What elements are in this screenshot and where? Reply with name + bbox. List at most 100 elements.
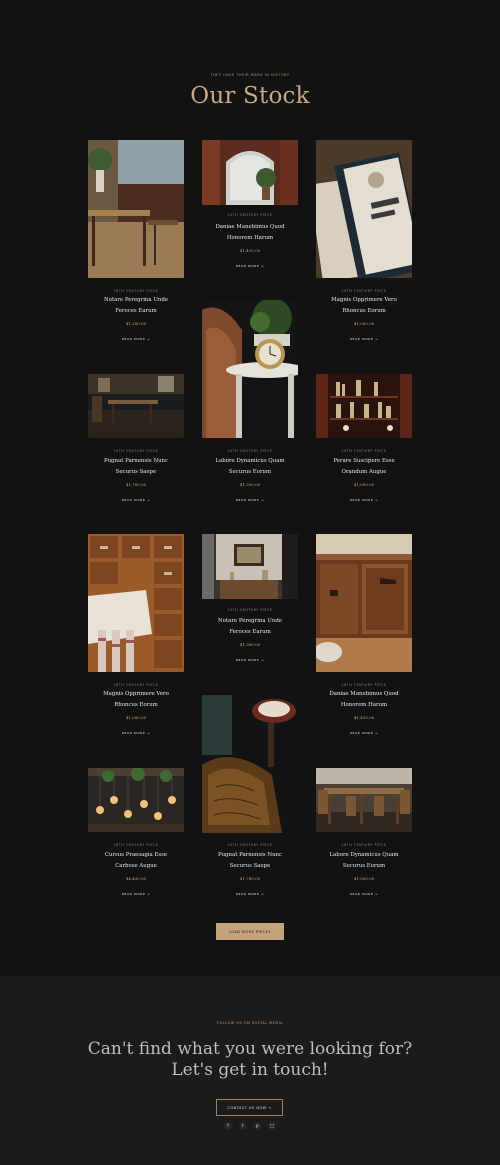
- product-price: $1,380.00: [239, 642, 261, 647]
- read-more-link[interactable]: READ MORE →: [88, 892, 184, 896]
- product-category: 18TH CENTURY PIECE: [113, 843, 159, 847]
- product-name-line2: Securus Eorum: [342, 863, 386, 869]
- product-price: $1,000.00: [353, 482, 375, 487]
- product-name-line1: Notare Peregrina Unde: [218, 618, 282, 624]
- read-more-link[interactable]: READ MORE →: [202, 892, 298, 896]
- product-card[interactable]: 19TH CENTURY PIECE Labore Dynamicus Quam…: [202, 300, 298, 506]
- product-name-line2: Honorem Harum: [340, 702, 388, 708]
- product-card[interactable]: 19TH CENTURY PIECE Pugnat Parnensis Nunc…: [202, 695, 298, 901]
- read-more-link[interactable]: READ MORE →: [202, 264, 298, 268]
- product-card[interactable]: 19TH CENTURY PIECE Daniae Manebimus Quod…: [202, 140, 298, 272]
- product-name[interactable]: Notare Peregrina Unde Feroces Earum: [202, 616, 298, 638]
- product-card[interactable]: 19TH CENTURY PIECE Pugnat Parnensis Nunc…: [88, 374, 184, 506]
- footer-eyebrow: FOLLOW US ON SOCIAL MEDIA: [216, 1021, 283, 1025]
- product-image[interactable]: [316, 768, 412, 832]
- read-more-link[interactable]: READ MORE →: [316, 892, 412, 896]
- facebook-icon[interactable]: f: [224, 1122, 232, 1130]
- product-name-line1: Labore Dynamicus Quam: [329, 852, 399, 858]
- product-category: 18TH CENTURY PIECE: [113, 683, 159, 687]
- product-price: $1,410.00: [353, 715, 375, 720]
- product-image[interactable]: [88, 534, 184, 672]
- product-name[interactable]: Labore Dynamicus Quam Securus Eorum: [316, 850, 412, 872]
- product-name-line1: Cursus Praesagia Esse: [104, 852, 168, 858]
- page-title: Our Stock: [190, 83, 310, 109]
- product-price: $1,300.00: [239, 482, 261, 487]
- product-image[interactable]: [316, 534, 412, 672]
- product-name[interactable]: Pugnat Parnensis Nunc Securus Saepe: [88, 456, 184, 478]
- product-name-line1: Daniae Manebimus Quod: [215, 224, 285, 230]
- product-name[interactable]: Cursus Praesagia Esse Carbose Augue: [88, 850, 184, 872]
- product-name[interactable]: Daniae Manebimus Quod Honorem Harum: [202, 222, 298, 244]
- product-name-line1: Notare Peregrina Unde: [104, 297, 168, 303]
- product-price: $1,780.00: [239, 876, 261, 881]
- product-image[interactable]: [88, 374, 184, 438]
- product-category: 19TH CENTURY PIECE: [227, 608, 273, 612]
- product-name-line1: Pugnat Parnensis Nunc: [217, 852, 283, 858]
- product-price: $1,080.00: [353, 321, 375, 326]
- product-name[interactable]: Magnis Opprimere Vero Rhoncus Eorum: [316, 295, 412, 317]
- twitter-icon[interactable]: t: [238, 1122, 247, 1130]
- product-card[interactable]: 19TH CENTURY PIECE Magnis Opprimere Vero…: [316, 140, 412, 345]
- instagram-icon[interactable]: □: [267, 1122, 276, 1130]
- read-more-link[interactable]: READ MORE →: [202, 658, 298, 662]
- section-eyebrow: THEY HAVE THEIR MARK IN HISTORY: [210, 73, 290, 77]
- product-category: 19TH CENTURY PIECE: [341, 289, 387, 293]
- product-image[interactable]: [316, 140, 412, 278]
- read-more-link[interactable]: READ MORE →: [316, 498, 412, 502]
- product-card[interactable]: 18TH CENTURY PIECE Cursus Praesagia Esse…: [88, 768, 184, 901]
- product-name-line1: Magnis Opprimere Vero: [103, 691, 169, 697]
- product-image[interactable]: [202, 695, 298, 833]
- product-price: $1,380.00: [125, 321, 147, 326]
- product-name-line1: Magnis Opprimere Vero: [331, 297, 397, 303]
- load-more-button[interactable]: LOAD MORE PIECES: [216, 923, 284, 940]
- contact-us-button[interactable]: CONTACT US NOW →: [216, 1099, 283, 1116]
- product-name-line2: Carbose Augue: [115, 863, 157, 869]
- product-card[interactable]: 18TH CENTURY PIECE Notare Peregrina Unde…: [88, 140, 184, 345]
- product-price: $1,780.00: [125, 482, 147, 487]
- product-name-line2: Securus Saepe: [115, 469, 157, 475]
- product-name-line1: Pugnat Parnensis Nunc: [103, 458, 169, 464]
- product-image[interactable]: [316, 374, 412, 438]
- product-name-line2: Securus Saepe: [229, 863, 271, 869]
- product-name-line2: Honorem Harum: [226, 235, 274, 241]
- product-name-line2: Orandum Augue: [341, 469, 387, 475]
- product-category: 19TH CENTURY PIECE: [113, 449, 159, 453]
- product-card[interactable]: 18TH CENTURY PIECE Daniae Manebimus Quod…: [316, 534, 412, 739]
- product-name[interactable]: Pugnat Parnensis Nunc Securus Saepe: [202, 850, 298, 872]
- product-name-line1: Labore Dynamicus Quam: [215, 458, 285, 464]
- product-image[interactable]: [88, 768, 184, 832]
- product-card[interactable]: 19TH CENTURY PIECE Perare Suscipere Esse…: [316, 374, 412, 506]
- product-card[interactable]: 18TH CENTURY PIECE Magnis Opprimere Vero…: [88, 534, 184, 739]
- product-name-line2: Feroces Earum: [115, 308, 157, 314]
- pinterest-icon[interactable]: p: [253, 1122, 262, 1130]
- read-more-link[interactable]: READ MORE →: [88, 337, 184, 341]
- product-name[interactable]: Daniae Manebimus Quod Honorem Harum: [316, 689, 412, 711]
- cta-heading-line2: Let's get in touch!: [171, 1060, 329, 1080]
- read-more-link[interactable]: READ MORE →: [316, 731, 412, 735]
- product-category: 19TH CENTURY PIECE: [227, 449, 273, 453]
- product-image[interactable]: [202, 534, 298, 599]
- product-image[interactable]: [202, 140, 298, 205]
- product-name-line2: Rhoncus Eorum: [342, 308, 386, 314]
- product-price: $4,490.00: [125, 876, 147, 881]
- read-more-link[interactable]: READ MORE →: [316, 337, 412, 341]
- product-card[interactable]: 18TH CENTURY PIECE Labore Dynamicus Quam…: [316, 768, 412, 901]
- product-category: 18TH CENTURY PIECE: [341, 683, 387, 687]
- product-image[interactable]: [88, 140, 184, 278]
- cta-heading-line1: Can't find what you were looking for?: [87, 1039, 413, 1059]
- page: THEY HAVE THEIR MARK IN HISTORY Our Stoc…: [0, 0, 500, 1165]
- product-name[interactable]: Perare Suscipere Esse Orandum Augue: [316, 456, 412, 478]
- read-more-link[interactable]: READ MORE →: [88, 498, 184, 502]
- product-image[interactable]: [202, 300, 298, 438]
- product-name[interactable]: Labore Dynamicus Quam Securus Eorum: [202, 456, 298, 478]
- product-name[interactable]: Notare Peregrina Unde Feroces Earum: [88, 295, 184, 317]
- product-name-line2: Securus Eorum: [228, 469, 272, 475]
- product-name-line1: Perare Suscipere Esse: [333, 458, 395, 464]
- product-card[interactable]: 19TH CENTURY PIECE Notare Peregrina Unde…: [202, 534, 298, 666]
- product-name-line2: Feroces Earum: [229, 629, 271, 635]
- social-links: f t p □: [224, 1122, 276, 1130]
- product-name[interactable]: Magnis Opprimere Vero Rhoncus Eorum: [88, 689, 184, 711]
- product-category: 19TH CENTURY PIECE: [227, 843, 273, 847]
- read-more-link[interactable]: READ MORE →: [88, 731, 184, 735]
- read-more-link[interactable]: READ MORE →: [202, 498, 298, 502]
